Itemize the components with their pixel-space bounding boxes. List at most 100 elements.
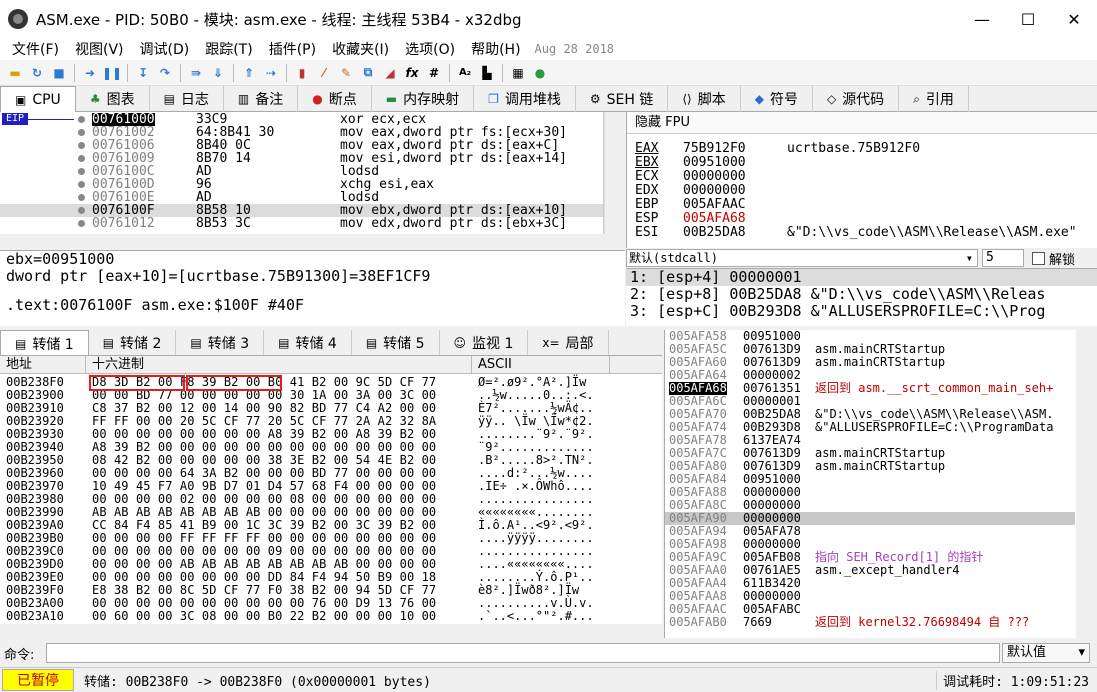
menu-favourites[interactable]: 收藏夹(I): [324, 39, 397, 59]
run-to-user-code-icon[interactable]: ⇢: [262, 64, 280, 82]
search-icon: ⌕: [913, 91, 920, 106]
disasm-row[interactable]: 00761012 8B53 3C mov edx,dword ptr ds:[ebx…: [0, 217, 603, 230]
tab-breakpoints[interactable]: ● 断点: [298, 86, 372, 112]
menu-options[interactable]: 选项(O): [397, 39, 463, 59]
argument-row[interactable]: 3: [esp+C] 00B293D8 &"ALLUSERSPROFILE=C:…: [626, 303, 1097, 320]
menu-view[interactable]: 视图(V): [67, 39, 132, 59]
unlock-checkbox-wrapper[interactable]: 解锁: [1032, 249, 1075, 268]
disasm-row[interactable]: 00761009 8B70 14 mov esi,dword ptr ds:[eax…: [0, 152, 603, 165]
disassembly-view[interactable]: EIP 00761000 33C9 xor ecx,ecx 00761002 64:8…: [0, 112, 604, 248]
tab-source[interactable]: ◇ 源代码: [813, 86, 900, 112]
minimize-button[interactable]: —: [959, 0, 1005, 38]
column-header-address[interactable]: 地址: [0, 356, 86, 374]
memory-dump-view[interactable]: 地址 十六进制 ASCII 00B238F0 D8 3D B2 00 F8 39 …: [0, 356, 662, 638]
register-row[interactable]: EBP 005AFAAC: [635, 198, 787, 212]
dump-horizontal-scrollbar[interactable]: [0, 624, 662, 638]
execute-till-return-icon[interactable]: ⇑: [240, 64, 258, 82]
register-row[interactable]: ECX 00000000: [635, 170, 787, 184]
breakpoint-dot[interactable]: [78, 181, 85, 188]
stop-icon[interactable]: ■: [50, 64, 68, 82]
tab-script[interactable]: ⟨⟩ 脚本: [668, 86, 741, 112]
restart-icon[interactable]: ↻: [28, 64, 46, 82]
step-into-icon[interactable]: ↧: [134, 64, 152, 82]
breakpoint-dot[interactable]: [78, 155, 85, 162]
calls-icon[interactable]: ▙: [478, 64, 496, 82]
tab-log[interactable]: ▤ 日志: [150, 86, 224, 112]
menu-file[interactable]: 文件(F): [4, 39, 67, 59]
breakpoint-dot[interactable]: [78, 207, 85, 214]
disasm-row[interactable]: 0076100C AD lodsd: [0, 165, 603, 178]
tab-dump-1[interactable]: ▤ 转储 1: [0, 330, 89, 355]
stack-comment: 返回到 kernel32.76698494 自 ???: [815, 615, 1030, 629]
tab-dump-3[interactable]: ▤ 转储 3: [176, 330, 265, 355]
tab-locals[interactable]: x= 局部: [528, 330, 609, 355]
stack-vertical-scrollbar[interactable]: [1076, 330, 1097, 638]
command-label: 命令:: [4, 647, 35, 663]
maximize-button[interactable]: ☐: [1005, 0, 1051, 38]
disassembly-horizontal-scrollbar[interactable]: [0, 234, 604, 248]
hide-fpu-button[interactable]: 隐藏 FPU: [627, 112, 1097, 134]
bookmarks-icon[interactable]: ◢: [381, 64, 399, 82]
variables-icon[interactable]: #: [425, 64, 443, 82]
stack-row[interactable]: 005AFAB0 7669 返回到 kernel32.76698494 自 ???: [665, 616, 1075, 629]
tab-call-stack[interactable]: ❐ 调用堆栈: [474, 86, 576, 112]
tab-dump-5[interactable]: ▤ 转储 5: [352, 330, 440, 355]
command-mode-select[interactable]: 默认值 ▾: [1002, 643, 1090, 663]
comments-icon[interactable]: ✎: [337, 64, 355, 82]
menu-plugins[interactable]: 插件(P): [261, 39, 324, 59]
run-icon[interactable]: ➜: [81, 64, 99, 82]
register-row[interactable]: ESP 005AFA68: [635, 212, 787, 226]
register-row[interactable]: EDX 00000000: [635, 184, 787, 198]
tab-seh-chain[interactable]: ⚙ SEH 链: [576, 86, 669, 112]
registers-panel[interactable]: 隐藏 FPU EAX 75B912F0 ucrtbase.75B912F0 EBX 0…: [626, 112, 1097, 250]
breakpoint-dot[interactable]: [78, 220, 85, 227]
menu-trace[interactable]: 跟踪(T): [197, 39, 260, 59]
breakpoint-dot[interactable]: [78, 168, 85, 175]
unlock-checkbox[interactable]: [1032, 251, 1045, 265]
breakpoint-dot[interactable]: [78, 116, 85, 123]
register-row[interactable]: EBX 00951000: [635, 156, 787, 170]
tab-watch-1[interactable]: ☺ 监视 1: [440, 330, 529, 355]
trace-over-icon[interactable]: ⇓: [209, 64, 227, 82]
register-row[interactable]: ESI 00B25DA8 &"D:\\vs_code\\ASM\\Release\\…: [635, 226, 1077, 240]
breakpoint-dot[interactable]: [78, 194, 85, 201]
open-folder-icon[interactable]: ▬: [6, 64, 24, 82]
tab-notes[interactable]: ▥ 备注: [224, 86, 299, 112]
column-header-hex[interactable]: 十六进制: [86, 356, 472, 374]
locals-icon: x=: [542, 336, 560, 350]
stack-view[interactable]: 005AFA58 00951000 005AFA5C 007613D9 asm.main…: [664, 330, 1097, 638]
tab-references[interactable]: ⌕ 引用: [899, 86, 969, 112]
trace-into-icon[interactable]: ⇛: [187, 64, 205, 82]
pause-icon[interactable]: ❚❚: [102, 64, 122, 82]
tab-cpu[interactable]: ▣ CPU: [0, 86, 76, 112]
disasm-row[interactable]: 0076100D 96 xchg esi,eax: [0, 178, 603, 191]
tab-dump-4[interactable]: ▤ 转储 4: [264, 330, 352, 355]
strings-icon[interactable]: A₂: [456, 64, 474, 82]
command-input[interactable]: [46, 643, 1000, 663]
tab-symbols[interactable]: ◆ 符号: [741, 86, 813, 112]
step-over-icon[interactable]: ↷: [156, 64, 174, 82]
argument-count-spinbox[interactable]: 5: [982, 249, 1024, 267]
tab-memory-map[interactable]: ▬ 内存映射: [372, 86, 475, 112]
column-header-ascii[interactable]: ASCII: [472, 356, 610, 374]
scylla-icon[interactable]: ▮: [293, 64, 311, 82]
disassembly-vertical-scrollbar[interactable]: [604, 112, 624, 234]
calling-convention-select[interactable]: 默认(stdcall) ▾: [626, 249, 978, 267]
close-button[interactable]: ✕: [1051, 0, 1097, 38]
dump-row[interactable]: 00B23A10 00 60 00 00 3C 08 00 00 B0 22 B2…: [0, 610, 662, 623]
register-row[interactable]: EAX 75B912F0 ucrtbase.75B912F0: [635, 142, 920, 156]
functions-icon[interactable]: fx: [403, 64, 421, 82]
tab-graph[interactable]: ♣ 图表: [76, 86, 150, 112]
breakpoint-dot[interactable]: [78, 129, 85, 136]
menu-debug[interactable]: 调试(D): [132, 39, 198, 59]
patch-icon[interactable]: ⁄: [315, 64, 333, 82]
arguments-panel[interactable]: 1: [esp+4] 00000001 2: [esp+8] 00B25DA8 …: [626, 268, 1097, 326]
labels-icon[interactable]: ⧉: [359, 64, 377, 82]
calculator-icon[interactable]: ▦: [509, 64, 527, 82]
breakpoint-dot[interactable]: [78, 142, 85, 149]
tab-dump-2[interactable]: ▤ 转储 2: [89, 330, 177, 355]
globe-icon[interactable]: ●: [531, 64, 549, 82]
argument-row[interactable]: 2: [esp+8] 00B25DA8 &"D:\\vs_code\\ASM\\…: [626, 286, 1097, 303]
menu-help[interactable]: 帮助(H): [463, 39, 528, 59]
argument-row[interactable]: 1: [esp+4] 00000001: [626, 269, 1097, 286]
